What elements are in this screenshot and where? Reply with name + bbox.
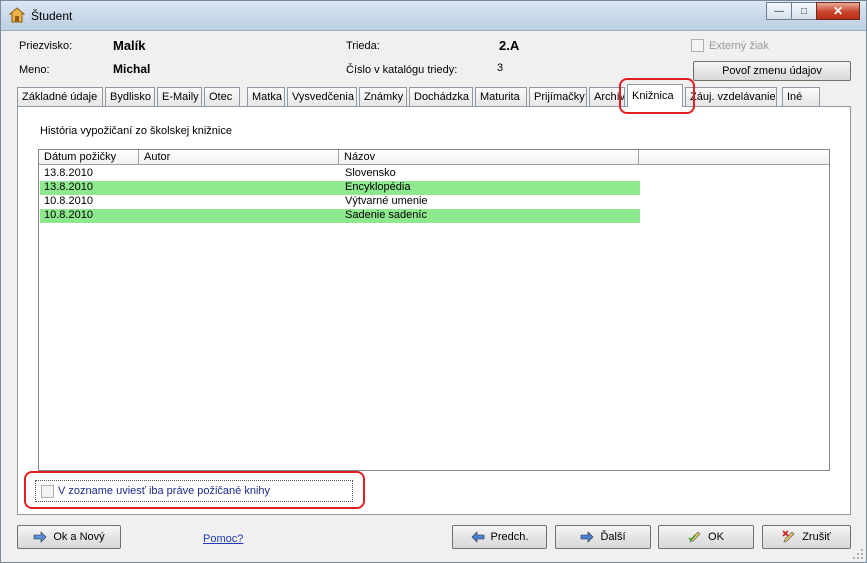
class-value: 2.A [499,38,520,53]
window-controls: — □ ✕ [766,2,860,20]
external-student-label: Externý žiak [709,40,769,52]
tab-bydlisko[interactable]: Bydlisko [105,87,155,106]
catalog-label: Číslo v katalógu triedy: [346,64,458,76]
tab-znamky[interactable]: Známky [359,87,407,106]
arrow-right-icon [581,531,594,543]
ok-button[interactable]: OK [658,525,754,549]
history-title: História vypožičaní zo školskej knižnice [40,125,232,137]
title-bar[interactable]: Študent — □ ✕ [1,1,866,31]
cancel-button[interactable]: Zrušiť [762,525,851,549]
maximize-button[interactable]: □ [791,2,817,20]
external-student-checkbox[interactable] [691,39,704,52]
library-grid[interactable]: Dátum požičky Autor Názov 13.8.2010 Slov… [38,149,830,471]
resize-grip-icon[interactable] [852,548,864,560]
ok-label: OK [708,531,724,543]
tab-dochadzka[interactable]: Dochádzka [409,87,473,106]
table-row[interactable]: 13.8.2010 Encyklopédia [40,181,640,195]
cell-date: 10.8.2010 [44,209,93,221]
checkbox-highlight-annotation [24,471,365,509]
arrow-left-icon [471,531,484,543]
table-row[interactable]: 10.8.2010 Sadenie sadeníc [40,209,640,223]
cell-date: 13.8.2010 [44,181,93,193]
cancel-icon [782,530,795,543]
window-title: Študent [31,9,73,23]
surname-label: Priezvisko: [19,40,73,52]
cell-title: Slovensko [345,167,396,179]
tab-ine[interactable]: Iné [782,87,820,106]
ok-new-label: Ok a Nový [53,531,105,543]
surname-value: Malík [113,38,146,53]
name-value: Michal [113,62,151,76]
house-icon [9,7,25,23]
tab-otec[interactable]: Otec [204,87,240,106]
table-row[interactable]: 10.8.2010 Výtvarné umenie [40,195,640,209]
tab-vysvedcenia[interactable]: Vysvedčenia [287,87,357,106]
tab-zakladne-udaje[interactable]: Základné údaje [17,87,103,106]
column-header-date[interactable]: Dátum požičky [39,150,139,165]
column-header-filler [639,150,829,165]
next-button[interactable]: Ďalší [555,525,651,549]
ok-new-button[interactable]: Ok a Nový [17,525,121,549]
column-header-author[interactable]: Autor [139,150,339,165]
library-panel: História vypožičaní zo školskej knižnice… [17,106,851,515]
next-label: Ďalší [600,531,626,543]
cell-title: Encyklopédia [345,181,411,193]
table-row[interactable]: 13.8.2010 Slovensko [40,167,640,181]
column-header-title[interactable]: Názov [339,150,639,165]
allow-edit-button[interactable]: Povoľ zmenu údajov [693,61,851,81]
prev-button[interactable]: Predch. [452,525,547,549]
tab-highlight-annotation [619,78,695,114]
help-link[interactable]: Pomoc? [203,533,243,545]
close-button[interactable]: ✕ [816,2,860,20]
tab-zaujmove-vzdelavanie[interactable]: Záuj. vzdelávanie [685,87,777,106]
cell-title: Výtvarné umenie [345,195,428,207]
cell-title: Sadenie sadeníc [345,209,427,221]
tab-prijimacky[interactable]: Prijímačky [529,87,587,106]
arrow-right-icon [34,531,47,543]
cancel-label: Zrušiť [802,531,831,543]
tab-e-maily[interactable]: E-Maily [157,87,202,106]
catalog-value: 3 [497,62,504,74]
cell-date: 10.8.2010 [44,195,93,207]
class-label: Trieda: [346,40,380,52]
tab-maturita[interactable]: Maturita [475,87,527,106]
student-window: Študent — □ ✕ Priezvisko: Malík Meno: Mi… [0,0,867,563]
minimize-button[interactable]: — [766,2,792,20]
cell-date: 13.8.2010 [44,167,93,179]
tab-matka[interactable]: Matka [247,87,285,106]
prev-label: Predch. [490,531,529,543]
pencil-check-icon [688,531,701,543]
name-label: Meno: [19,64,50,76]
